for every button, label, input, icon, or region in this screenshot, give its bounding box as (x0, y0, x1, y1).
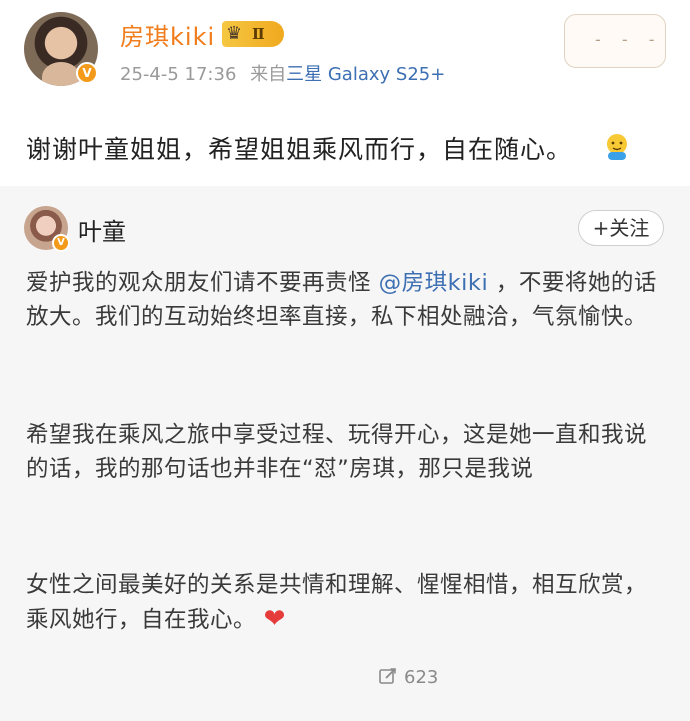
heart-icon: ❤ (263, 604, 286, 634)
post-timestamp: 25-4-5 17:36 (120, 64, 237, 85)
quoted-paragraph-1: 爱护我的观众朋友们请不要再责怪 @房琪kiki ，不要将她的话放大。我们的互动始… (26, 266, 666, 334)
post-text: 谢谢叶童姐姐，希望姐姐乘风而行，自在随心。 (26, 135, 573, 164)
level-numeral: Ⅱ (252, 25, 265, 43)
quoted-verified-badge-icon: V (52, 234, 70, 252)
quoted-author-name[interactable]: 叶童 (78, 212, 126, 247)
decorative-stamp: - - - (564, 14, 666, 68)
member-level-badge[interactable]: ♛ Ⅱ (222, 21, 284, 47)
paragraph-1-lead: 爱护我的观众朋友们请不要再责怪 (26, 270, 379, 296)
share-count: 623 (404, 667, 439, 688)
post-meta: 25-4-5 17:36 来自三星 Galaxy S25+ (120, 60, 445, 86)
paragraph-3-text: 女性之间最美好的关系是共情和理解、惺惺相惜，相互欣赏，乘风她行，自在我心。 (26, 572, 648, 633)
author-name[interactable]: 房琪kiki (120, 17, 215, 52)
source-device-link[interactable]: 三星 Galaxy S25+ (286, 64, 445, 85)
quoted-post[interactable]: V 叶童 +关注 爱护我的观众朋友们请不要再责怪 @房琪kiki ，不要将她的话… (0, 186, 690, 721)
share-counter[interactable]: 623 (378, 666, 438, 688)
follow-button[interactable]: +关注 (578, 210, 664, 246)
source-prefix: 来自 (250, 64, 287, 85)
stamp-text: - - - (595, 30, 663, 49)
weibo-post: V 房琪kiki ♛ Ⅱ 25-4-5 17:36 来自三星 Galaxy S2… (0, 0, 690, 186)
verified-badge-icon: V (76, 62, 98, 84)
crown-icon: ♛ (226, 23, 243, 44)
hugging-face-emoji-icon (607, 134, 627, 160)
quoted-paragraph-2: 希望我在乘风之旅中享受过程、玩得开心，这是她一直和我说的话，我的那句话也并非在“… (26, 422, 648, 482)
mention-link[interactable]: @房琪kiki (379, 270, 489, 296)
quoted-paragraph-3: 女性之间最美好的关系是共情和理解、惺惺相惜，相互欣赏，乘风她行，自在我心。 ❤ (26, 568, 666, 637)
share-edit-icon (379, 668, 396, 684)
